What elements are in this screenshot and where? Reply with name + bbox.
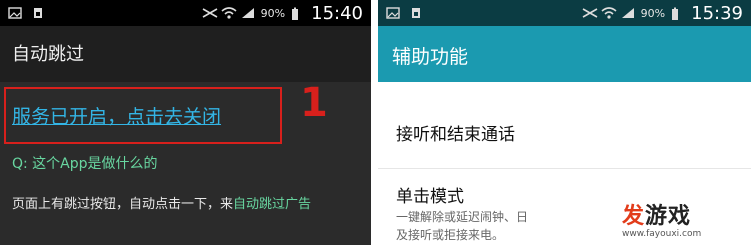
- wifi-icon: [221, 7, 237, 19]
- clock: 15:39: [691, 2, 743, 24]
- page-title: 辅助功能: [392, 46, 469, 68]
- clock: 15:40: [311, 2, 363, 24]
- faq-answer: 页面上有跳过按钮，自动点击一下，来自动跳过广告: [12, 195, 360, 215]
- page-title: 自动跳过: [12, 44, 84, 65]
- mute-icon: [581, 7, 598, 19]
- description-line: 一键解除或延迟闹钟、日: [396, 210, 529, 224]
- status-bar: 90% 15:39: [378, 0, 751, 26]
- watermark-brand-first: 发: [622, 204, 646, 229]
- description-line: 及接听或拒接来电。: [396, 228, 505, 242]
- battery-icon: [291, 7, 305, 20]
- faq-answer-text: 页面上有跳过按钮，自动点击一下，来: [12, 197, 234, 212]
- setting-item-answer-end-call[interactable]: 接听和结束通话: [396, 120, 515, 145]
- faq-answer-highlight: 自动跳过广告: [233, 197, 312, 212]
- left-screenshot: 90% 15:40 自动跳过 服务已开启，点击去关闭 1 Q: 这个App是做什…: [0, 0, 371, 245]
- wifi-icon: [601, 7, 617, 19]
- divider: [371, 0, 378, 245]
- setting-item-description: 一键解除或延迟闹钟、日 及接听或拒接来电。: [396, 208, 626, 244]
- status-bar: 90% 15:40: [0, 0, 371, 26]
- watermark-url: www.fayouxi.com: [622, 229, 702, 239]
- signal-icon: [241, 7, 255, 19]
- battery-icon: [671, 7, 685, 20]
- gallery-icon: [386, 7, 400, 19]
- watermark-brand: 发游戏: [622, 198, 691, 230]
- watermark-brand-rest: 游戏: [645, 204, 692, 229]
- battery-percent: 90%: [640, 6, 666, 20]
- sim-icon: [410, 7, 424, 19]
- separator: [378, 168, 751, 169]
- right-screenshot: 90% 15:39 辅助功能 接听和结束通话 单击模式 一键解除或延迟闹钟、日 …: [378, 0, 751, 245]
- action-bar: 辅助功能: [378, 26, 751, 82]
- setting-item-single-tap-mode[interactable]: 单击模式: [396, 182, 464, 207]
- signal-icon: [621, 7, 635, 19]
- mute-icon: [201, 7, 218, 19]
- step-number-annotation: 1: [300, 80, 328, 126]
- sim-icon: [32, 7, 46, 19]
- battery-percent: 90%: [260, 6, 286, 20]
- gallery-icon: [8, 7, 22, 19]
- service-toggle-link[interactable]: 服务已开启，点击去关闭: [12, 102, 221, 129]
- site-watermark: 发游戏 www.fayouxi.com: [614, 196, 751, 245]
- faq-question: Q: 这个App是做什么的: [12, 156, 158, 172]
